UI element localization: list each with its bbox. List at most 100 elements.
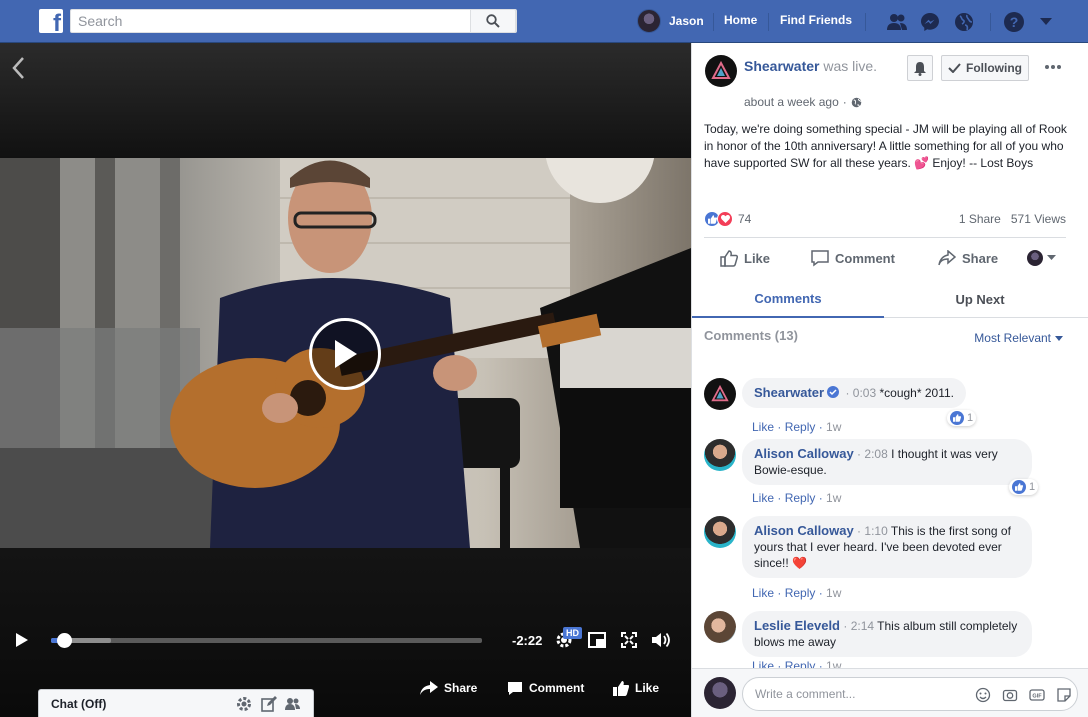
commenter-name[interactable]: Alison Calloway: [754, 446, 854, 461]
following-button[interactable]: Following: [941, 55, 1029, 81]
user-name: Jason: [669, 14, 704, 28]
new-message-icon[interactable]: [261, 696, 277, 712]
tab-up-next[interactable]: Up Next: [884, 280, 1076, 318]
gif-icon[interactable]: GIF: [1029, 687, 1045, 703]
like-button[interactable]: Like: [720, 249, 770, 267]
comment-composer: GIF: [692, 668, 1088, 717]
volume-icon[interactable]: [651, 630, 671, 650]
video-share-button[interactable]: Share: [420, 678, 477, 698]
comment-actions: Like · Reply · 1w: [752, 659, 841, 668]
video-player[interactable]: -2:22 HD Share Comment Like: [0, 43, 691, 717]
video-controls: -2:22 HD: [0, 620, 691, 660]
comment-reply-link[interactable]: Reply: [785, 420, 816, 434]
commenter-name[interactable]: Leslie Eleveld: [754, 618, 840, 633]
comment-bubble: Shearwater · 0:03 *cough* 2011.: [742, 378, 966, 408]
commenter-name[interactable]: Alison Calloway: [754, 523, 854, 538]
page-name-link[interactable]: Shearwater: [744, 58, 819, 74]
camera-icon[interactable]: [1002, 687, 1018, 703]
help-icon[interactable]: ?: [1003, 11, 1025, 33]
play-button[interactable]: [309, 318, 381, 390]
hd-badge: HD: [563, 627, 582, 639]
picture-in-picture-icon[interactable]: [587, 630, 607, 650]
page-avatar[interactable]: [705, 55, 737, 87]
emoji-icon[interactable]: [975, 687, 991, 703]
tab-comments[interactable]: Comments: [692, 280, 884, 318]
comment-age[interactable]: 1w: [826, 659, 841, 668]
comment-video-timestamp[interactable]: · 2:08: [857, 447, 888, 461]
more-options-icon[interactable]: [1044, 57, 1064, 77]
friend-requests-icon[interactable]: [886, 11, 908, 33]
comment-like-count[interactable]: 1: [947, 410, 977, 426]
post-panel: Shearwater was live. about a week ago · …: [691, 43, 1088, 717]
commenter-name[interactable]: Shearwater: [754, 385, 824, 400]
sticker-icon[interactable]: [1056, 687, 1072, 703]
chat-bar[interactable]: Chat (Off): [38, 689, 314, 717]
post-as-selector[interactable]: [1027, 250, 1062, 266]
notification-bell-button[interactable]: [907, 55, 933, 81]
live-status: was live.: [823, 58, 878, 74]
fullscreen-icon[interactable]: [619, 630, 639, 650]
comments-list: Shearwater · 0:03 *cough* 2011. 1 Like ·…: [692, 368, 1088, 668]
comment-item: Leslie Eleveld · 2:14 This album still c…: [704, 611, 1074, 668]
comment-video-timestamp[interactable]: · 1:10: [857, 524, 888, 538]
comment-video-timestamp[interactable]: · 2:14: [843, 619, 874, 633]
comment-reply-link[interactable]: Reply: [785, 491, 816, 505]
search-icon: [486, 14, 500, 28]
comment-like-link[interactable]: Like: [752, 659, 774, 668]
avatar[interactable]: [704, 516, 736, 548]
video-frame[interactable]: [0, 158, 691, 548]
chevron-down-icon: [1055, 335, 1063, 341]
nav-divider: [865, 13, 866, 31]
shearwater-logo-icon: [711, 385, 729, 402]
timestamp-text: about a week ago: [744, 95, 839, 109]
comment-video-timestamp[interactable]: · 0:03: [845, 386, 876, 400]
progress-scrubber[interactable]: [56, 633, 72, 648]
video-like-button[interactable]: Like: [613, 678, 659, 698]
comment-like-link[interactable]: Like: [752, 586, 774, 600]
divider: [704, 237, 1066, 238]
chat-settings-gear-icon[interactable]: [236, 696, 252, 712]
comment-text: *cough* 2011.: [879, 386, 954, 400]
comment-like-link[interactable]: Like: [752, 491, 774, 505]
search-button[interactable]: [470, 9, 516, 33]
video-comment-button[interactable]: Comment: [507, 678, 584, 698]
back-arrow-icon[interactable]: [10, 55, 28, 81]
comment-age[interactable]: 1w: [826, 491, 841, 505]
comment-reply-link[interactable]: Reply: [785, 659, 816, 668]
account-menu-chevron-icon[interactable]: [1035, 11, 1057, 33]
comment-like-link[interactable]: Like: [752, 420, 774, 434]
comment-age[interactable]: 1w: [826, 586, 841, 600]
comment-sort-dropdown[interactable]: Most Relevant: [974, 331, 1063, 345]
checkmark-icon: [948, 63, 961, 73]
post-action-row: Like Comment Share: [704, 240, 1066, 276]
like-reaction-icon: [1012, 480, 1026, 494]
profile-link[interactable]: Jason: [637, 9, 704, 33]
facebook-logo[interactable]: f: [39, 9, 63, 33]
search-input[interactable]: [71, 10, 471, 32]
notifications-globe-icon[interactable]: [953, 11, 975, 33]
find-friends-link[interactable]: Find Friends: [780, 13, 852, 27]
share-button[interactable]: Share: [938, 250, 998, 266]
comment-age[interactable]: 1w: [826, 420, 841, 434]
comment-button[interactable]: Comment: [811, 249, 895, 267]
avatar[interactable]: [704, 378, 736, 410]
shares-count[interactable]: 1 Share: [959, 212, 1001, 226]
share-label: Share: [962, 250, 999, 266]
comment-like-count[interactable]: 1: [1009, 479, 1039, 495]
comment-bubble: Alison Calloway · 2:08 I thought it was …: [742, 439, 1032, 485]
avatar[interactable]: [704, 611, 736, 643]
avatar: [637, 9, 661, 33]
messenger-icon[interactable]: [919, 11, 941, 33]
avatar[interactable]: [704, 439, 736, 471]
play-control-icon[interactable]: [12, 630, 32, 650]
video-comment-label: Comment: [529, 681, 585, 695]
sort-label: Most Relevant: [974, 331, 1051, 345]
comment-input-box[interactable]: GIF: [742, 677, 1078, 711]
comment-reply-link[interactable]: Reply: [785, 586, 816, 600]
home-link[interactable]: Home: [724, 13, 757, 27]
reactions-summary[interactable]: 74 1 Share 571 Views: [704, 210, 1066, 228]
create-group-icon[interactable]: [285, 696, 301, 712]
comment-input[interactable]: [755, 686, 955, 702]
post-timestamp[interactable]: about a week ago ·: [744, 95, 862, 109]
progress-bar[interactable]: [51, 633, 482, 648]
